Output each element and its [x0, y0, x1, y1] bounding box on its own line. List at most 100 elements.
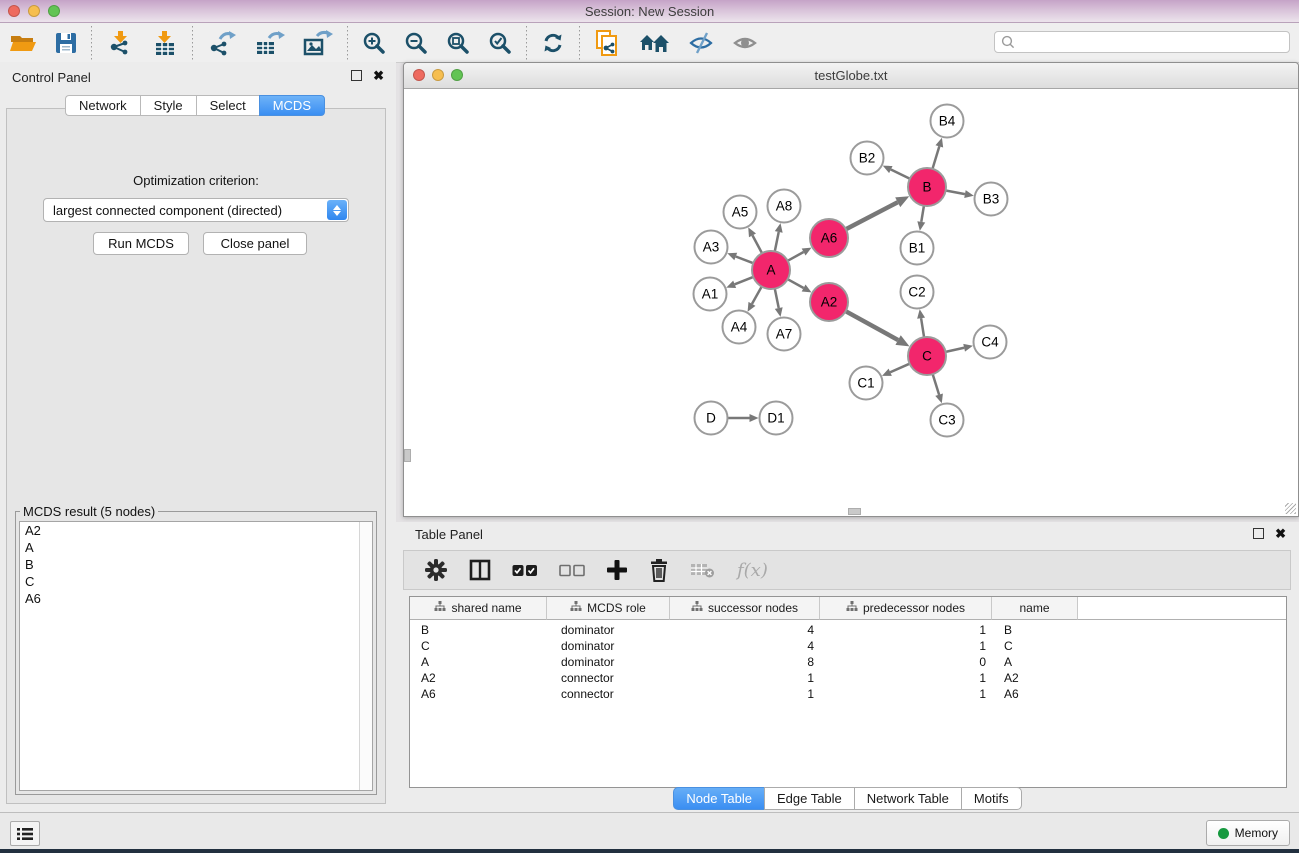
home-button[interactable]	[629, 27, 679, 59]
mcds-result-item[interactable]: A2	[20, 522, 372, 539]
toolbar-separator	[192, 26, 193, 60]
table-cell-filler	[1078, 622, 1286, 638]
column-header-successor-nodes[interactable]: successor nodes	[670, 597, 820, 620]
tab-select[interactable]: Select	[196, 95, 259, 116]
export-image-button[interactable]	[294, 27, 342, 59]
hide-graphics-details-button[interactable]	[679, 27, 723, 59]
open-session-button[interactable]	[0, 27, 46, 59]
window-titlebar: Session: New Session	[0, 0, 1299, 23]
close-panel-button[interactable]: Close panel	[203, 232, 307, 255]
deselect-all-icon[interactable]	[559, 564, 585, 577]
graph-node-label: A1	[702, 287, 719, 302]
close-panel-icon[interactable]: ✖	[1275, 529, 1286, 538]
import-table-button[interactable]	[143, 27, 187, 59]
export-table-button[interactable]	[246, 27, 294, 59]
mcds-result-item[interactable]: A6	[20, 590, 372, 607]
graph-edge-A-A3	[736, 256, 754, 263]
graph-node-label: A8	[776, 199, 793, 214]
toggle-panel-icon[interactable]	[469, 559, 491, 581]
graph-node-label: B2	[859, 151, 876, 166]
graph-node-label: C	[922, 349, 932, 364]
zoom-in-icon	[362, 31, 386, 55]
function-builder-button[interactable]: f(x)	[737, 560, 768, 581]
duplicate-network-button[interactable]	[585, 27, 629, 59]
table-cell: 1	[820, 638, 992, 654]
network-canvas[interactable]: B4B2BB3A8A5A6A3B1AC2A1A2A4A7C4CC1C3DD1	[404, 89, 1298, 516]
add-column-plus-icon[interactable]	[606, 559, 628, 581]
graph-arrowhead	[935, 138, 943, 148]
zoom-in-button[interactable]	[353, 27, 395, 59]
column-header-MCDS-role[interactable]: MCDS role	[547, 597, 670, 620]
tab-node-table[interactable]: Node Table	[673, 787, 764, 810]
table-settings-gear-icon[interactable]	[424, 558, 448, 582]
table-row[interactable]: A2connector11A2	[410, 670, 1286, 686]
tab-mcds[interactable]: MCDS	[259, 95, 325, 116]
tab-motifs[interactable]: Motifs	[961, 787, 1022, 810]
tab-style[interactable]: Style	[140, 95, 196, 116]
table-cell: B	[410, 622, 547, 638]
main-area: Control Panel ✖ NetworkStyleSelectMCDS O…	[0, 62, 1299, 812]
export-network-button[interactable]	[198, 27, 246, 59]
resize-grip[interactable]	[1285, 503, 1296, 514]
table-cell: A2	[992, 670, 1078, 686]
float-panel-icon[interactable]	[1253, 528, 1264, 539]
tab-edge-table[interactable]: Edge Table	[764, 787, 854, 810]
table-row[interactable]: A6connector11A6	[410, 686, 1286, 702]
run-mcds-button[interactable]: Run MCDS	[93, 232, 189, 255]
main-toolbar	[0, 23, 1299, 63]
network-window-titlebar: testGlobe.txt	[404, 63, 1298, 89]
refresh-button[interactable]	[532, 27, 574, 59]
search-input[interactable]	[994, 31, 1290, 53]
mcds-result-item[interactable]: A	[20, 539, 372, 556]
zoom-selected-button[interactable]	[479, 27, 521, 59]
table-cell-filler	[1078, 638, 1286, 654]
table-row[interactable]: Bdominator41B	[410, 622, 1286, 638]
criterion-select[interactable]: largest connected component (directed)	[43, 198, 349, 222]
graph-arrowhead	[917, 309, 925, 319]
control-panel: Control Panel ✖ NetworkStyleSelectMCDS O…	[0, 62, 396, 812]
mcds-result-item[interactable]: C	[20, 573, 372, 590]
import-network-button[interactable]	[97, 27, 143, 59]
mcds-tab-content: Optimization criterion: largest connecte…	[6, 108, 386, 804]
table-panel-title: Table Panel	[415, 527, 483, 542]
table-body: Bdominator41BCdominator41CAdominator80AA…	[410, 620, 1286, 702]
graph-node-label: C3	[938, 413, 955, 428]
table-row[interactable]: Cdominator41C	[410, 638, 1286, 654]
vertical-scroll-thumb[interactable]	[404, 449, 411, 462]
mcds-result-item[interactable]: B	[20, 556, 372, 573]
application-window: Session: New Session	[0, 0, 1299, 853]
save-session-button[interactable]	[46, 27, 86, 59]
column-header-name[interactable]: name	[992, 597, 1078, 620]
task-history-button[interactable]	[10, 821, 40, 846]
graph-arrowhead	[775, 223, 783, 233]
memory-button[interactable]: Memory	[1206, 820, 1290, 846]
horizontal-scroll-thumb[interactable]	[848, 508, 861, 515]
table-cell: dominator	[547, 638, 670, 654]
zoom-out-button[interactable]	[395, 27, 437, 59]
tab-network[interactable]: Network	[65, 95, 140, 116]
float-panel-icon[interactable]	[351, 70, 362, 81]
table-cell: 4	[670, 638, 820, 654]
delete-column-trash-icon[interactable]	[649, 558, 669, 582]
table-panel: Table Panel ✖ f(x) shared name MCDS role s…	[396, 522, 1299, 812]
column-header-label: MCDS role	[587, 601, 646, 615]
column-header-predecessor-nodes[interactable]: predecessor nodes	[820, 597, 992, 620]
zoom-fit-button[interactable]	[437, 27, 479, 59]
select-all-icon[interactable]	[512, 564, 538, 577]
show-graphics-details-button[interactable]	[723, 27, 767, 59]
table-cell: dominator	[547, 622, 670, 638]
tab-network-table[interactable]: Network Table	[854, 787, 961, 810]
zoom-fit-icon	[446, 31, 470, 55]
table-cell: C	[992, 638, 1078, 654]
header-filler	[1078, 597, 1286, 620]
close-panel-icon[interactable]: ✖	[373, 71, 384, 80]
result-list-scrollbar[interactable]	[359, 522, 372, 790]
delete-table-icon[interactable]	[690, 561, 716, 579]
graph-node-label: A4	[731, 320, 748, 335]
column-header-label: name	[1019, 601, 1049, 615]
table-cell-filler	[1078, 654, 1286, 670]
graph-edge-A-A4	[752, 287, 762, 304]
column-header-shared-name[interactable]: shared name	[410, 597, 547, 620]
network-graph: B4B2BB3A8A5A6A3B1AC2A1A2A4A7C4CC1C3DD1	[404, 89, 1298, 517]
table-row[interactable]: Adominator80A	[410, 654, 1286, 670]
